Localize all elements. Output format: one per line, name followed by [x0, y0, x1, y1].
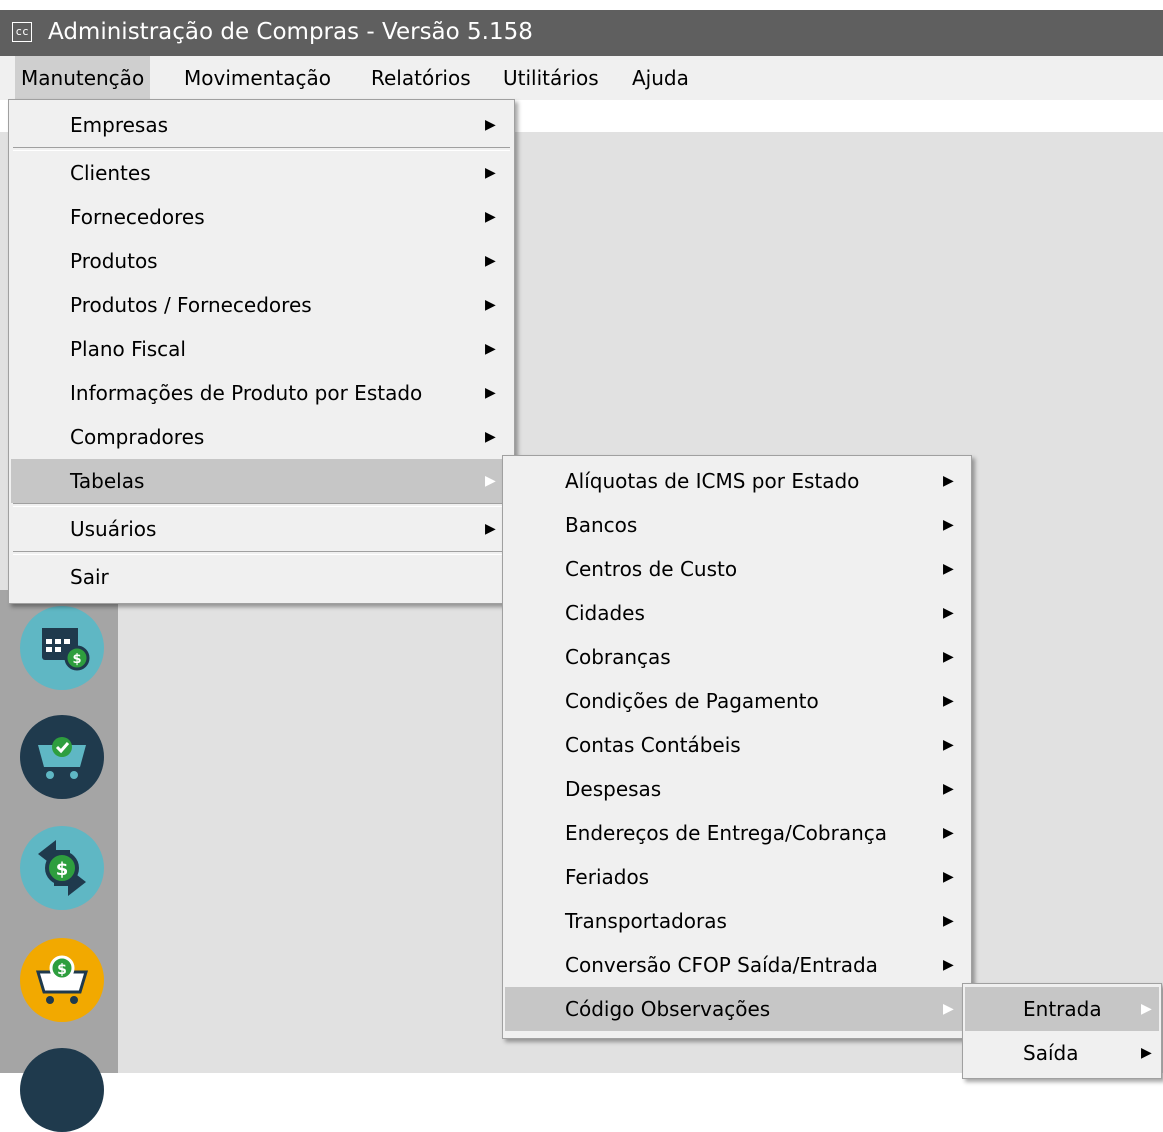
money-exchange-icon[interactable]: $: [20, 826, 104, 910]
chevron-right-icon: ▶: [943, 913, 954, 929]
chevron-right-icon: ▶: [943, 473, 954, 489]
chevron-right-icon: ▶: [943, 957, 954, 973]
menu-relatorios[interactable]: Relatórios: [365, 56, 477, 100]
menu-item-sair[interactable]: Sair: [11, 555, 512, 599]
chevron-right-icon: ▶: [485, 341, 496, 357]
menu-item-fornecedores[interactable]: Fornecedores ▶: [11, 195, 512, 239]
partial-module-icon[interactable]: [20, 1048, 104, 1132]
chevron-right-icon: ▶: [485, 429, 496, 445]
tabelas-submenu: Alíquotas de ICMS por Estado ▶ Bancos ▶ …: [502, 455, 972, 1039]
app-icon: cc: [12, 22, 32, 42]
menu-item-informacoes-produto-estado[interactable]: Informações de Produto por Estado ▶: [11, 371, 512, 415]
manutencao-menu: Empresas ▶ Clientes ▶ Fornecedores ▶ Pro…: [8, 99, 515, 604]
chevron-right-icon: ▶: [1141, 1045, 1152, 1061]
menu-item-aliquotas-icms[interactable]: Alíquotas de ICMS por Estado ▶: [505, 459, 969, 503]
menu-item-despesas[interactable]: Despesas ▶: [505, 767, 969, 811]
menu-utilitarios[interactable]: Utilitários: [497, 56, 605, 100]
chevron-right-icon: ▶: [485, 385, 496, 401]
menu-item-empresas[interactable]: Empresas ▶: [11, 103, 512, 147]
menu-ajuda[interactable]: Ajuda: [626, 56, 695, 100]
menu-item-feriados[interactable]: Feriados ▶: [505, 855, 969, 899]
menu-item-transportadoras[interactable]: Transportadoras ▶: [505, 899, 969, 943]
menu-item-plano-fiscal[interactable]: Plano Fiscal ▶: [11, 327, 512, 371]
svg-text:$: $: [57, 962, 67, 978]
menu-item-saida[interactable]: Saída ▶: [965, 1031, 1159, 1075]
menu-manutencao[interactable]: Manutenção: [15, 56, 151, 100]
codigo-observacoes-submenu: Entrada ▶ Saída ▶: [962, 983, 1162, 1079]
menu-bar: Manutenção Movimentação Relatórios Utili…: [0, 56, 1163, 100]
cart-check-icon[interactable]: [20, 715, 104, 799]
menu-item-centros-custo[interactable]: Centros de Custo ▶: [505, 547, 969, 591]
chevron-right-icon: ▶: [943, 561, 954, 577]
title-bar: cc Administração de Compras - Versão 5.1…: [0, 10, 1163, 56]
sidebar: $ $ $: [0, 590, 118, 1132]
chevron-right-icon: ▶: [943, 693, 954, 709]
menu-movimentacao[interactable]: Movimentação: [178, 56, 337, 100]
menu-item-compradores[interactable]: Compradores ▶: [11, 415, 512, 459]
menu-item-bancos[interactable]: Bancos ▶: [505, 503, 969, 547]
chevron-right-icon: ▶: [485, 521, 496, 537]
chevron-right-icon: ▶: [485, 209, 496, 225]
chevron-right-icon: ▶: [943, 825, 954, 841]
menu-item-clientes[interactable]: Clientes ▶: [11, 151, 512, 195]
menu-item-produtos[interactable]: Produtos ▶: [11, 239, 512, 283]
menu-item-tabelas[interactable]: Tabelas ▶: [11, 459, 512, 503]
chevron-right-icon: ▶: [1141, 1001, 1152, 1017]
window-title: Administração de Compras - Versão 5.158: [48, 19, 533, 45]
menu-item-enderecos-entrega-cobranca[interactable]: Endereços de Entrega/Cobrança ▶: [505, 811, 969, 855]
chevron-right-icon: ▶: [943, 737, 954, 753]
chevron-right-icon: ▶: [943, 1001, 954, 1017]
svg-text:$: $: [56, 859, 69, 880]
calendar-money-icon[interactable]: $: [20, 606, 104, 690]
svg-text:$: $: [72, 652, 81, 667]
chevron-right-icon: ▶: [485, 253, 496, 269]
chevron-right-icon: ▶: [485, 117, 496, 133]
menu-item-condicoes-pagamento[interactable]: Condições de Pagamento ▶: [505, 679, 969, 723]
menu-item-entrada[interactable]: Entrada ▶: [965, 987, 1159, 1031]
menu-item-contas-contabeis[interactable]: Contas Contábeis ▶: [505, 723, 969, 767]
menu-item-codigo-observacoes[interactable]: Código Observações ▶: [505, 987, 969, 1031]
menu-item-cobrancas[interactable]: Cobranças ▶: [505, 635, 969, 679]
chevron-right-icon: ▶: [485, 297, 496, 313]
menu-item-produtos-fornecedores[interactable]: Produtos / Fornecedores ▶: [11, 283, 512, 327]
chevron-right-icon: ▶: [943, 517, 954, 533]
menu-item-usuarios[interactable]: Usuários ▶: [11, 507, 512, 551]
menu-item-cidades[interactable]: Cidades ▶: [505, 591, 969, 635]
cart-money-icon[interactable]: $: [20, 938, 104, 1022]
chevron-right-icon: ▶: [943, 605, 954, 621]
menu-item-conversao-cfop[interactable]: Conversão CFOP Saída/Entrada ▶: [505, 943, 969, 987]
chevron-right-icon: ▶: [485, 473, 496, 489]
chevron-right-icon: ▶: [943, 649, 954, 665]
chevron-right-icon: ▶: [485, 165, 496, 181]
chevron-right-icon: ▶: [943, 781, 954, 797]
chevron-right-icon: ▶: [943, 869, 954, 885]
